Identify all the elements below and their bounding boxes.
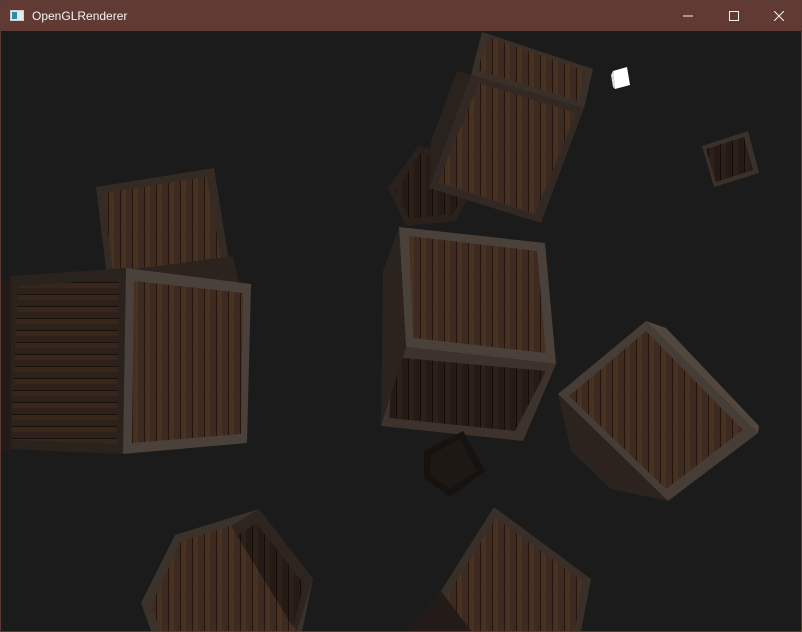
- scene-canvas: [1, 31, 801, 631]
- title-bar[interactable]: OpenGLRenderer: [1, 1, 801, 31]
- close-icon: [774, 11, 784, 21]
- app-window: OpenGLRenderer: [0, 0, 802, 632]
- maximize-icon: [729, 11, 739, 21]
- close-button[interactable]: [756, 1, 801, 31]
- crate: [381, 227, 556, 441]
- minimize-icon: [683, 15, 693, 17]
- minimize-button[interactable]: [665, 1, 711, 31]
- window-title: OpenGLRenderer: [32, 9, 128, 23]
- app-window-icon: [10, 10, 24, 21]
- maximize-button[interactable]: [711, 1, 757, 31]
- render-viewport[interactable]: [1, 31, 801, 631]
- crate: [1, 268, 251, 454]
